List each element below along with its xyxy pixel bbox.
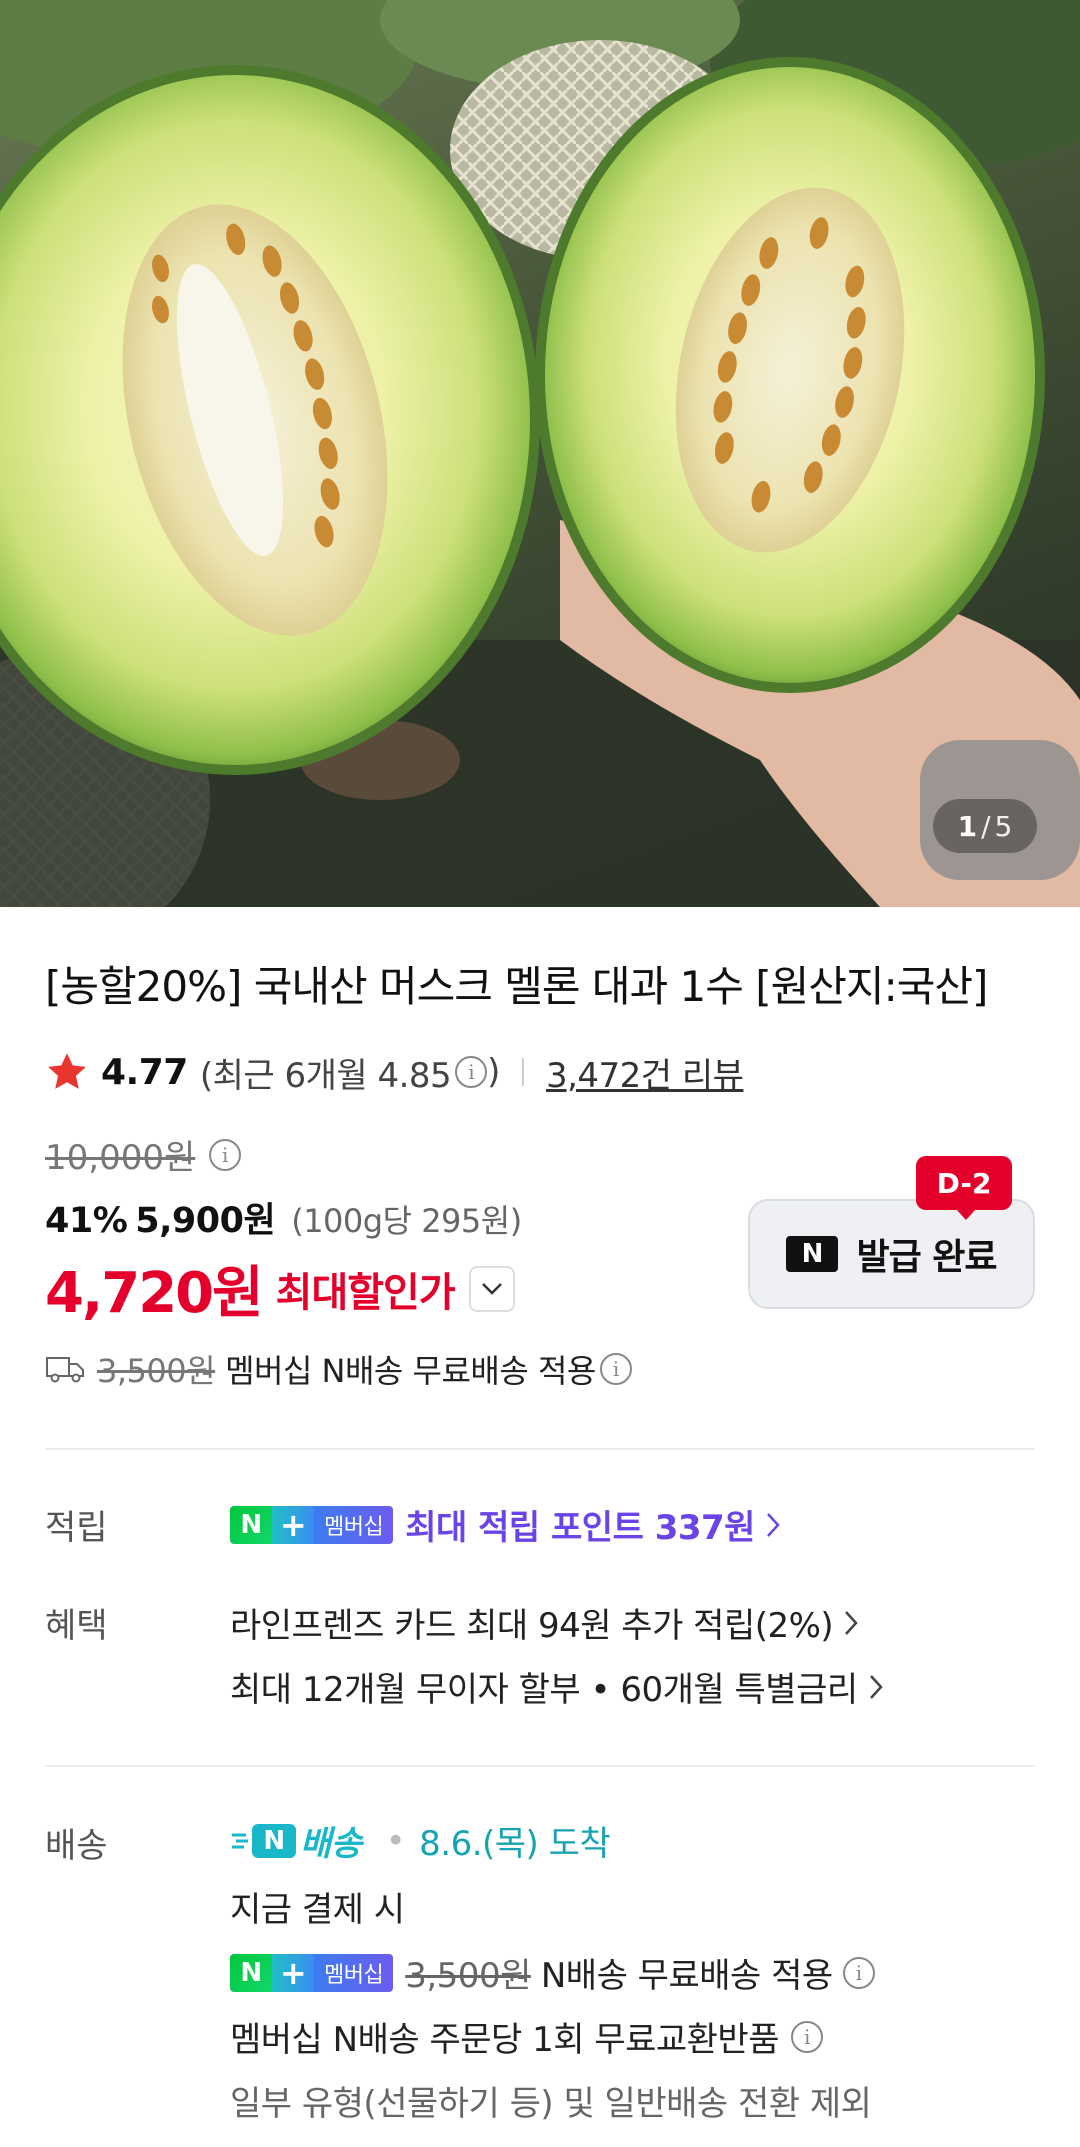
rating-score: 4.77 [101,1051,188,1093]
original-price-row: 10,000원 i [45,1130,242,1179]
separator-dot: • [385,1820,406,1861]
chevron-right-icon [767,1512,780,1537]
info-icon[interactable]: i [455,1056,488,1088]
installment-text: 최대 12개월 무이자 할부 • 60개월 특별금리 [230,1670,858,1710]
final-price: 4,720원 [45,1261,264,1326]
benefit-installment-row[interactable]: 최대 12개월 무이자 할부 • 60개월 특별금리 [230,1662,884,1711]
benefit-card-row[interactable]: 라인프렌즈 카드 최대 94원 추가 적립(2%) [230,1598,859,1647]
pay-now-row: 지금 결제 시 [230,1882,405,1931]
star-icon [48,1053,86,1089]
product-title: [농할20%] 국내산 머스크 멜론 대과 1수 [원산지:국산] [45,962,988,1011]
final-price-label: 최대할인가 [275,1269,456,1316]
free-exchange-row: 멤버십 N배송 주문당 1회 무료교환반품 i [230,2012,823,2061]
coupon-status: 발급 완료 [856,1237,997,1278]
n-delivery-word: 배송 [300,1824,362,1864]
badge-membership: 멤버십 [314,1953,394,1992]
n-delivery-icon: N 배송 [230,1816,362,1865]
recent-rating-close: ) [487,1052,500,1092]
image-counter-current: 1 [957,809,978,843]
chevron-down-icon[interactable] [468,1265,515,1312]
review-count-link[interactable]: 3,472건 리뷰 [546,1048,744,1097]
recent-rating-text: (최근 6개월 4.85 [199,1055,452,1096]
chevron-right-icon [845,1610,858,1635]
n-plus-membership-badge: N + 멤버십 [230,1953,394,1992]
divider [45,1448,1035,1450]
max-points-text: 최대 적립 포인트 337원 [405,1508,755,1548]
delivery-label: 배송 [45,1826,108,1866]
discount-row: 41% 5,900원 (100g당 295원) [45,1192,522,1243]
points-label: 적립 [45,1508,108,1548]
image-counter: 1 / 5 [933,799,1037,853]
coupon-button[interactable]: N 발급 완료 [748,1199,1035,1309]
badge-membership: 멤버십 [314,1505,394,1544]
rating-row: 4.77 (최근 6개월 4.85 i ) 3,472건 리뷰 [45,1044,744,1100]
badge-plus: + [272,1953,314,1992]
n-plus-membership-badge: N + 멤버십 [230,1505,394,1544]
info-icon[interactable]: i [209,1138,242,1171]
benefits-label: 혜택 [45,1606,108,1646]
unit-price: (100g당 295원) [291,1202,522,1240]
shipping-old-fee: 3,500원 [97,1352,216,1390]
n-delivery-logo: N [252,1823,296,1858]
truck-icon [46,1357,84,1383]
discount-percent: 41% [45,1201,128,1241]
d-day-badge: D-2 [916,1156,1012,1220]
free-exchange-text: 멤버십 N배송 주문당 1회 무료교환반품 [230,2020,780,2060]
info-icon[interactable]: i [842,1956,875,1989]
points-row[interactable]: N + 멤버십 최대 적립 포인트 337원 [230,1500,781,1549]
info-icon[interactable]: i [791,2020,823,2053]
image-counter-total: 5 [994,809,1013,843]
n-delivery-row: N 배송 • 8.6.(목) 도착 [230,1816,611,1865]
badge-n: N [230,1505,272,1544]
divider [45,1765,1035,1767]
original-price: 10,000원 [45,1138,196,1178]
image-counter-separator: / [981,809,991,843]
card-benefit-text: 라인프렌즈 카드 최대 94원 추가 적립(2%) [230,1606,834,1646]
delivery-old-fee: 3,500원 [405,1956,531,1996]
badge-plus: + [272,1505,314,1544]
final-price-row[interactable]: 4,720원 최대할인가 [45,1248,515,1329]
pay-now-text: 지금 결제 시 [230,1890,405,1930]
discounted-price: 5,900원 [135,1201,276,1241]
exclusion-text: 일부 유형(선물하기 등) 및 일반배송 전환 제외 [230,2084,872,2124]
exclusion-row: 일부 유형(선물하기 등) 및 일반배송 전환 제외 [230,2076,872,2125]
shipping-summary: 3,500원 멤버십 N배송 무료배송 적용 i [45,1346,632,1392]
melon-photo [0,0,1080,907]
free-shipping-text: N배송 무료배송 적용 [540,1956,833,1996]
divider [521,1058,524,1086]
shipping-free-text: 멤버십 N배송 무료배송 적용 [225,1352,596,1390]
arrival-date: 8.6.(목) 도착 [419,1824,611,1864]
naver-n-icon: N [786,1236,839,1272]
product-image[interactable]: 1 / 5 [0,0,1080,907]
membership-free-shipping-row: N + 멤버십 3,500원 N배송 무료배송 적용 i [230,1948,875,1997]
info-icon[interactable]: i [599,1353,632,1385]
chevron-right-icon [869,1674,883,1699]
badge-n: N [230,1953,272,1992]
recent-rating: (최근 6개월 4.85 i ) [199,1048,501,1097]
